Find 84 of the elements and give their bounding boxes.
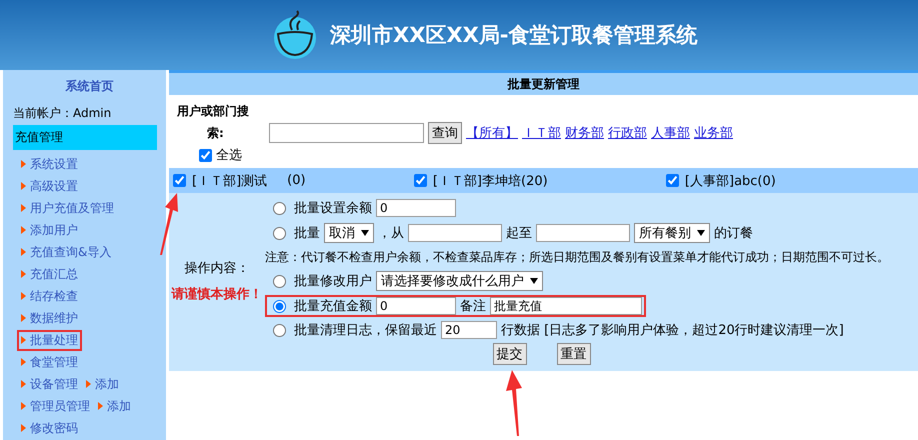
input-field[interactable]: 0 (376, 297, 456, 315)
option-label: 批量清理日志，保留最近 (294, 322, 437, 339)
bullet-icon (21, 336, 26, 344)
search-label: 用户或部门搜 (177, 103, 250, 120)
bullet-icon (21, 314, 26, 322)
option-label: 批量 (294, 225, 320, 242)
department-link[interactable]: 【所有】 (466, 124, 518, 142)
dropdown[interactable]: 请选择要修改成什么用户 (376, 271, 543, 291)
warning-text: 请谨慎本操作！ (172, 286, 262, 303)
bullet-icon (21, 402, 26, 410)
option-label: 批量设置余额 (294, 200, 372, 217)
sidebar-item[interactable]: 设备管理 添加 (13, 373, 166, 395)
checkbox[interactable] (199, 148, 212, 162)
sidebar-item[interactable]: 系统设置 (13, 153, 166, 175)
sidebar-item[interactable]: 结存检查 (13, 285, 166, 307)
caret-icon (361, 230, 369, 236)
home-link[interactable]: 系统首页 (66, 78, 114, 95)
section-header[interactable]: 充值管理 (13, 125, 157, 150)
caret-icon (697, 230, 705, 236)
bullet-icon (21, 358, 26, 366)
dropdown[interactable]: 所有餐别 (634, 223, 710, 243)
caret-icon (530, 278, 538, 284)
suffix-label: 的订餐 (714, 225, 753, 242)
panel-title: 批量更新管理 (169, 70, 918, 95)
bullet-icon (21, 248, 26, 256)
bullet-icon (21, 270, 26, 278)
sidebar-item[interactable]: 充值汇总 (13, 263, 166, 285)
radio-button[interactable] (273, 226, 286, 240)
radio-button[interactable] (273, 202, 286, 214)
date-field[interactable] (408, 224, 502, 242)
select-all-label: 全选 (216, 147, 242, 164)
option-label: 批量充值金额 (294, 298, 372, 315)
user-label: [ＩＴ部]测试 (192, 172, 268, 190)
bullet-icon (21, 226, 26, 234)
sidebar-item[interactable]: 数据维护 (13, 307, 166, 329)
department-link[interactable]: 人事部 (651, 124, 690, 142)
date-field[interactable] (536, 224, 630, 242)
sidebar-item[interactable]: 充值查询&导入 (13, 241, 166, 263)
search-label: 索: (206, 124, 225, 142)
sidebar-item[interactable]: 用户充值及管理 (13, 197, 166, 219)
remark-field[interactable]: 批量充值 (490, 297, 642, 315)
bullet-icon (98, 402, 103, 410)
user-label: [人事部]abc(0) (684, 172, 776, 190)
sidebar-item[interactable]: 高级设置 (13, 175, 166, 197)
sidebar-item[interactable]: 添加用户 (13, 219, 166, 241)
submit-button[interactable]: 提交 (492, 343, 526, 365)
department-link[interactable]: ＩＴ部 (522, 124, 561, 142)
input-field[interactable]: 20 (441, 321, 497, 339)
to-label: 起至 (506, 225, 532, 242)
input-field[interactable]: 0 (376, 199, 456, 217)
account-text: 当前帐户：Admin (13, 105, 112, 122)
radio-button[interactable] (273, 324, 286, 336)
note-text: 注意：代订餐不检查用户余额，不检查菜品库存；所选日期范围及餐别有设置菜单才能代订成功；日期范围不可过长。 (265, 249, 890, 266)
department-link[interactable]: 行政部 (608, 124, 647, 142)
from-label: ，从 (378, 225, 404, 242)
hint-text: 行数据 [日志多了影响用户体验，超过20行时建议清理一次] (501, 322, 844, 339)
search-field[interactable] (269, 123, 424, 143)
dropdown[interactable]: 取消 (324, 223, 374, 243)
bullet-icon (21, 182, 26, 190)
bullet-icon (21, 160, 26, 168)
reset-button[interactable]: 重置 (556, 343, 590, 365)
user-label: [ＩＴ部]李坤培(20) (432, 172, 548, 190)
operation-label: 操作内容： (184, 260, 250, 277)
sidebar-item[interactable]: 管理员管理 添加 (13, 395, 166, 417)
checkbox[interactable] (666, 174, 679, 187)
sidebar-item[interactable]: 修改密码 (13, 417, 166, 439)
checkbox[interactable] (414, 174, 427, 187)
sidebar-item[interactable]: 批量处理 (13, 329, 166, 351)
bullet-icon (86, 380, 91, 388)
sidebar-item[interactable]: 食堂管理 (13, 351, 166, 373)
user-count: (0) (287, 173, 306, 188)
option-label: 批量修改用户 (294, 273, 372, 290)
bullet-icon (21, 380, 26, 388)
bullet-icon (21, 292, 26, 300)
remark-label: 备注 (460, 298, 486, 315)
radio-button[interactable] (273, 300, 286, 312)
query-button[interactable]: 查询 (428, 122, 462, 144)
app-title: 深圳市XX区XX局-食堂订取餐管理系统 (330, 22, 698, 49)
bullet-icon (21, 204, 26, 212)
checkbox[interactable] (173, 174, 186, 187)
department-link[interactable]: 业务部 (694, 124, 733, 142)
department-link[interactable]: 财务部 (565, 124, 604, 142)
bullet-icon (21, 424, 26, 432)
radio-button[interactable] (273, 274, 286, 288)
